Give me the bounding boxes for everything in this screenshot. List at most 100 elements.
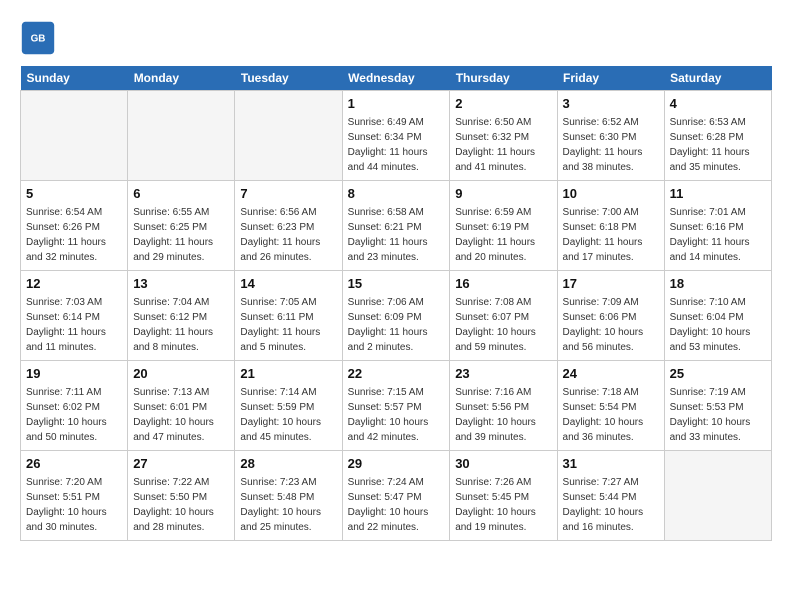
- day-number: 11: [670, 185, 766, 203]
- day-info: Sunrise: 7:24 AM Sunset: 5:47 PM Dayligh…: [348, 475, 445, 535]
- calendar-cell: 3 Sunrise: 6:52 AM Sunset: 6:30 PM Daylig…: [557, 91, 664, 181]
- day-number: 7: [240, 185, 336, 203]
- calendar-cell: 2Sunrise: 6:50 AM Sunset: 6:32 PM Daylig…: [450, 91, 557, 181]
- calendar-cell: [664, 451, 771, 541]
- day-number: 14: [240, 275, 336, 293]
- day-info: Sunrise: 7:08 AM Sunset: 6:07 PM Dayligh…: [455, 295, 551, 355]
- day-number: 26: [26, 455, 122, 473]
- calendar-cell: 1 Sunrise: 6:49 AM Sunset: 6:34 PM Daylig…: [342, 91, 450, 181]
- calendar-week-row: 1 Sunrise: 6:49 AM Sunset: 6:34 PM Daylig…: [21, 91, 772, 181]
- day-number: 25: [670, 365, 766, 383]
- calendar-cell: 25 Sunrise: 7:19 AM Sunset: 5:53 PM Dayli…: [664, 361, 771, 451]
- day-number: 13: [133, 275, 229, 293]
- calendar-cell: 9 Sunrise: 6:59 AM Sunset: 6:19 PM Daylig…: [450, 181, 557, 271]
- day-number: 20: [133, 365, 229, 383]
- day-info: Sunrise: 7:18 AM Sunset: 5:54 PM Dayligh…: [563, 385, 659, 445]
- calendar-cell: 6 Sunrise: 6:55 AM Sunset: 6:25 PM Daylig…: [128, 181, 235, 271]
- day-number: 19: [26, 365, 122, 383]
- calendar-cell: 4 Sunrise: 6:53 AM Sunset: 6:28 PM Daylig…: [664, 91, 771, 181]
- day-number: 15: [348, 275, 445, 293]
- day-info: Sunrise: 7:03 AM Sunset: 6:14 PM Dayligh…: [26, 295, 122, 355]
- weekday-header-row: SundayMondayTuesdayWednesdayThursdayFrid…: [21, 66, 772, 91]
- day-number: 3: [563, 95, 659, 113]
- calendar-cell: 30Sunrise: 7:26 AM Sunset: 5:45 PM Dayli…: [450, 451, 557, 541]
- calendar-cell: 15 Sunrise: 7:06 AM Sunset: 6:09 PM Dayli…: [342, 271, 450, 361]
- svg-text:GB: GB: [31, 34, 46, 45]
- day-number: 4: [670, 95, 766, 113]
- day-number: 17: [563, 275, 659, 293]
- calendar-cell: 12 Sunrise: 7:03 AM Sunset: 6:14 PM Dayli…: [21, 271, 128, 361]
- day-info: Sunrise: 7:27 AM Sunset: 5:44 PM Dayligh…: [563, 475, 659, 535]
- day-number: 5: [26, 185, 122, 203]
- day-number: 10: [563, 185, 659, 203]
- day-info: Sunrise: 7:20 AM Sunset: 5:51 PM Dayligh…: [26, 475, 122, 535]
- calendar-cell: 23Sunrise: 7:16 AM Sunset: 5:56 PM Dayli…: [450, 361, 557, 451]
- calendar-cell: 16 Sunrise: 7:08 AM Sunset: 6:07 PM Dayli…: [450, 271, 557, 361]
- day-number: 12: [26, 275, 122, 293]
- calendar-cell: 28Sunrise: 7:23 AM Sunset: 5:48 PM Dayli…: [235, 451, 342, 541]
- weekday-header: Monday: [128, 66, 235, 91]
- day-info: Sunrise: 7:14 AM Sunset: 5:59 PM Dayligh…: [240, 385, 336, 445]
- logo: GB: [20, 20, 60, 56]
- day-info: Sunrise: 6:54 AM Sunset: 6:26 PM Dayligh…: [26, 205, 122, 265]
- day-number: 1: [348, 95, 445, 113]
- calendar-cell: 18 Sunrise: 7:10 AM Sunset: 6:04 PM Dayli…: [664, 271, 771, 361]
- weekday-header: Sunday: [21, 66, 128, 91]
- logo-icon: GB: [20, 20, 56, 56]
- calendar-week-row: 12 Sunrise: 7:03 AM Sunset: 6:14 PM Dayli…: [21, 271, 772, 361]
- day-number: 16: [455, 275, 551, 293]
- page-header: GB: [20, 20, 772, 56]
- day-info: Sunrise: 7:13 AM Sunset: 6:01 PM Dayligh…: [133, 385, 229, 445]
- day-number: 8: [348, 185, 445, 203]
- day-info: Sunrise: 6:52 AM Sunset: 6:30 PM Dayligh…: [563, 115, 659, 175]
- weekday-header: Thursday: [450, 66, 557, 91]
- calendar-cell: 11Sunrise: 7:01 AM Sunset: 6:16 PM Dayli…: [664, 181, 771, 271]
- day-info: Sunrise: 6:58 AM Sunset: 6:21 PM Dayligh…: [348, 205, 445, 265]
- calendar-cell: [21, 91, 128, 181]
- day-info: Sunrise: 7:06 AM Sunset: 6:09 PM Dayligh…: [348, 295, 445, 355]
- calendar-cell: 5 Sunrise: 6:54 AM Sunset: 6:26 PM Daylig…: [21, 181, 128, 271]
- day-info: Sunrise: 7:23 AM Sunset: 5:48 PM Dayligh…: [240, 475, 336, 535]
- day-number: 2: [455, 95, 551, 113]
- day-info: Sunrise: 7:09 AM Sunset: 6:06 PM Dayligh…: [563, 295, 659, 355]
- calendar-cell: 13 Sunrise: 7:04 AM Sunset: 6:12 PM Dayli…: [128, 271, 235, 361]
- day-info: Sunrise: 7:10 AM Sunset: 6:04 PM Dayligh…: [670, 295, 766, 355]
- day-number: 6: [133, 185, 229, 203]
- day-number: 21: [240, 365, 336, 383]
- weekday-header: Wednesday: [342, 66, 450, 91]
- day-number: 24: [563, 365, 659, 383]
- day-info: Sunrise: 7:19 AM Sunset: 5:53 PM Dayligh…: [670, 385, 766, 445]
- calendar-cell: 7 Sunrise: 6:56 AM Sunset: 6:23 PM Daylig…: [235, 181, 342, 271]
- day-info: Sunrise: 7:04 AM Sunset: 6:12 PM Dayligh…: [133, 295, 229, 355]
- day-info: Sunrise: 7:11 AM Sunset: 6:02 PM Dayligh…: [26, 385, 122, 445]
- calendar-cell: 22Sunrise: 7:15 AM Sunset: 5:57 PM Dayli…: [342, 361, 450, 451]
- day-info: Sunrise: 6:59 AM Sunset: 6:19 PM Dayligh…: [455, 205, 551, 265]
- day-info: Sunrise: 6:55 AM Sunset: 6:25 PM Dayligh…: [133, 205, 229, 265]
- calendar-week-row: 26 Sunrise: 7:20 AM Sunset: 5:51 PM Dayli…: [21, 451, 772, 541]
- day-info: Sunrise: 7:22 AM Sunset: 5:50 PM Dayligh…: [133, 475, 229, 535]
- day-number: 31: [563, 455, 659, 473]
- day-info: Sunrise: 6:56 AM Sunset: 6:23 PM Dayligh…: [240, 205, 336, 265]
- calendar-week-row: 19 Sunrise: 7:11 AM Sunset: 6:02 PM Dayli…: [21, 361, 772, 451]
- day-number: 29: [348, 455, 445, 473]
- day-info: Sunrise: 6:49 AM Sunset: 6:34 PM Dayligh…: [348, 115, 445, 175]
- calendar-cell: 24 Sunrise: 7:18 AM Sunset: 5:54 PM Dayli…: [557, 361, 664, 451]
- calendar-week-row: 5 Sunrise: 6:54 AM Sunset: 6:26 PM Daylig…: [21, 181, 772, 271]
- weekday-header: Tuesday: [235, 66, 342, 91]
- calendar-cell: 20 Sunrise: 7:13 AM Sunset: 6:01 PM Dayli…: [128, 361, 235, 451]
- day-info: Sunrise: 7:05 AM Sunset: 6:11 PM Dayligh…: [240, 295, 336, 355]
- day-info: Sunrise: 6:53 AM Sunset: 6:28 PM Dayligh…: [670, 115, 766, 175]
- calendar-cell: 17 Sunrise: 7:09 AM Sunset: 6:06 PM Dayli…: [557, 271, 664, 361]
- calendar-cell: 26 Sunrise: 7:20 AM Sunset: 5:51 PM Dayli…: [21, 451, 128, 541]
- day-info: Sunrise: 7:15 AM Sunset: 5:57 PM Dayligh…: [348, 385, 445, 445]
- calendar-cell: 19 Sunrise: 7:11 AM Sunset: 6:02 PM Dayli…: [21, 361, 128, 451]
- day-number: 27: [133, 455, 229, 473]
- calendar-table: SundayMondayTuesdayWednesdayThursdayFrid…: [20, 66, 772, 541]
- day-number: 9: [455, 185, 551, 203]
- calendar-cell: [235, 91, 342, 181]
- day-info: Sunrise: 7:26 AM Sunset: 5:45 PM Dayligh…: [455, 475, 551, 535]
- calendar-cell: 21 Sunrise: 7:14 AM Sunset: 5:59 PM Dayli…: [235, 361, 342, 451]
- day-number: 18: [670, 275, 766, 293]
- calendar-cell: 27 Sunrise: 7:22 AM Sunset: 5:50 PM Dayli…: [128, 451, 235, 541]
- weekday-header: Friday: [557, 66, 664, 91]
